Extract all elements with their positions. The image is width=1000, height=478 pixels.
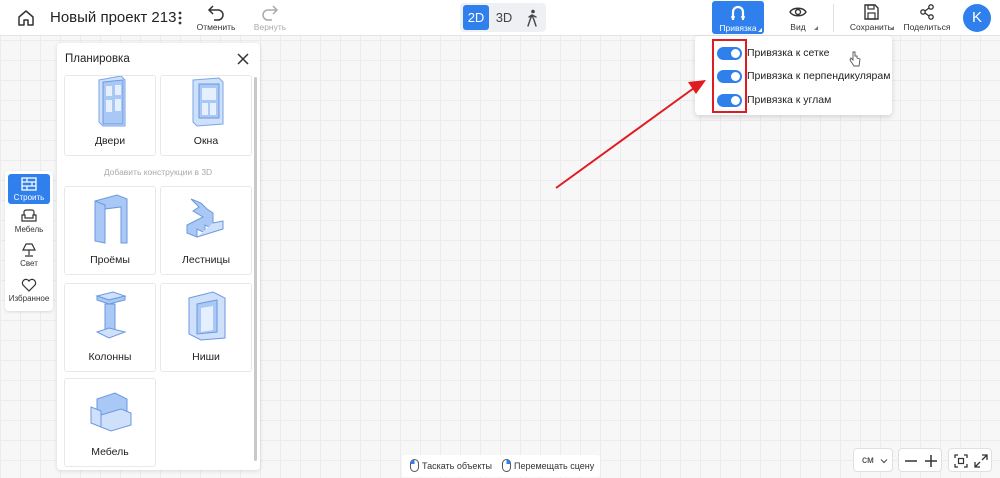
view-button[interactable]: Вид bbox=[778, 3, 818, 33]
category-rail: Строить Мебель Свет Избранное bbox=[5, 171, 53, 311]
eye-icon bbox=[789, 3, 807, 21]
view-controls bbox=[948, 448, 992, 472]
mode-2d-button[interactable]: 2D bbox=[463, 5, 489, 30]
magnet-icon bbox=[729, 4, 747, 22]
share-button[interactable]: Поделиться bbox=[902, 3, 952, 33]
catalog-item-label: Двери bbox=[94, 135, 126, 147]
top-bar: Новый проект 213 Отменить Вернуть 2D 3D … bbox=[0, 0, 1000, 36]
rail-label: Мебель bbox=[14, 225, 44, 234]
view-label: Вид bbox=[790, 22, 806, 32]
chevron-down-icon bbox=[880, 459, 888, 464]
catalog-item-label: Лестницы bbox=[181, 254, 230, 266]
snap-option-label: Привязка к сетке bbox=[747, 47, 830, 59]
dropdown-corner-icon bbox=[814, 26, 818, 30]
rail-item-light[interactable]: Свет bbox=[8, 243, 50, 273]
brick-wall-icon bbox=[21, 177, 37, 191]
window-icon bbox=[183, 76, 231, 128]
catalog-item-niches[interactable]: Ниши bbox=[160, 283, 252, 372]
catalog-item-label: Окна bbox=[193, 135, 219, 147]
zoom-controls bbox=[898, 448, 942, 472]
redo-label: Вернуть bbox=[253, 22, 287, 32]
rail-item-build[interactable]: Строить bbox=[8, 174, 50, 204]
heart-icon bbox=[21, 278, 37, 292]
pan-hint-label: Перемещать сцену bbox=[514, 461, 595, 471]
snap-button[interactable]: Привязка bbox=[712, 1, 764, 34]
walking-person-icon bbox=[527, 9, 537, 27]
planning-panel: Планировка Двери Окна Добавить конструкц… bbox=[57, 43, 260, 470]
share-icon bbox=[918, 3, 936, 21]
catalog-item-label: Проёмы bbox=[90, 254, 130, 266]
dropdown-corner-icon bbox=[890, 26, 894, 30]
more-vertical-icon[interactable] bbox=[175, 9, 185, 27]
door-icon bbox=[87, 76, 135, 128]
pointer-hand-icon bbox=[849, 51, 861, 67]
fullscreen-icon[interactable] bbox=[974, 454, 988, 468]
catalog-item-label: Мебель bbox=[91, 446, 129, 458]
section-3d-label: Добавить конструкции в 3D bbox=[103, 167, 213, 177]
catalog-item-label: Ниши bbox=[192, 351, 220, 363]
mouse-hints: Таскать объекты Перемещать сцену bbox=[402, 455, 600, 477]
catalog-item-doors[interactable]: Двери bbox=[64, 75, 156, 156]
catalog-item-openings[interactable]: Проёмы bbox=[64, 186, 156, 275]
save-icon bbox=[862, 3, 880, 21]
column-icon bbox=[87, 290, 135, 342]
undo-button[interactable]: Отменить bbox=[196, 3, 236, 33]
user-avatar[interactable]: K bbox=[963, 4, 991, 32]
dropdown-corner-icon bbox=[758, 28, 762, 32]
save-label: Сохранить bbox=[849, 22, 893, 32]
panel-title: Планировка bbox=[65, 53, 130, 65]
sofa-icon bbox=[21, 209, 37, 223]
mouse-right-icon bbox=[502, 459, 511, 472]
share-label: Поделиться bbox=[903, 22, 951, 32]
rail-item-favorites[interactable]: Избранное bbox=[8, 278, 50, 308]
snap-option-label: Привязка к углам bbox=[747, 94, 832, 106]
niche-icon bbox=[183, 290, 231, 342]
undo-icon bbox=[207, 3, 225, 21]
opening-icon bbox=[87, 193, 135, 245]
rail-label: Избранное bbox=[8, 294, 50, 303]
annotation-highlight-box bbox=[712, 39, 747, 113]
catalog-item-label: Колонны bbox=[88, 351, 132, 363]
snap-label: Привязка bbox=[719, 23, 757, 33]
panel-scrollbar[interactable] bbox=[254, 77, 257, 461]
view-mode-switch: 2D 3D bbox=[460, 3, 546, 32]
rail-item-furniture[interactable]: Мебель bbox=[8, 209, 50, 239]
armchair-icon bbox=[87, 385, 135, 437]
unit-value: см bbox=[862, 455, 874, 466]
redo-icon bbox=[261, 3, 279, 21]
mouse-left-icon bbox=[410, 459, 419, 472]
drag-hint-label: Таскать объекты bbox=[422, 461, 492, 471]
catalog-item-furniture[interactable]: Мебель bbox=[64, 378, 156, 467]
stairs-icon bbox=[183, 193, 231, 245]
project-title[interactable]: Новый проект 213 bbox=[50, 9, 176, 26]
rail-label: Свет bbox=[20, 259, 38, 268]
undo-label: Отменить bbox=[196, 22, 236, 32]
mode-3d-button[interactable]: 3D bbox=[491, 5, 517, 30]
home-icon[interactable] bbox=[16, 8, 36, 28]
lamp-icon bbox=[21, 243, 37, 257]
catalog-item-stairs[interactable]: Лестницы bbox=[160, 186, 252, 275]
save-button[interactable]: Сохранить bbox=[848, 3, 894, 33]
rail-label: Строить bbox=[13, 193, 45, 202]
unit-select[interactable]: см bbox=[853, 448, 893, 472]
redo-button[interactable]: Вернуть bbox=[250, 3, 290, 33]
snap-option-label: Привязка к перпендикулярам bbox=[747, 70, 891, 82]
catalog-item-columns[interactable]: Колонны bbox=[64, 283, 156, 372]
toolbar-divider bbox=[833, 4, 834, 32]
catalog-item-windows[interactable]: Окна bbox=[160, 75, 252, 156]
walk-mode-button[interactable] bbox=[519, 5, 545, 30]
fit-view-icon[interactable] bbox=[954, 454, 968, 468]
zoom-out-icon[interactable] bbox=[904, 454, 918, 468]
zoom-in-icon[interactable] bbox=[924, 454, 938, 468]
close-icon[interactable] bbox=[237, 53, 249, 65]
